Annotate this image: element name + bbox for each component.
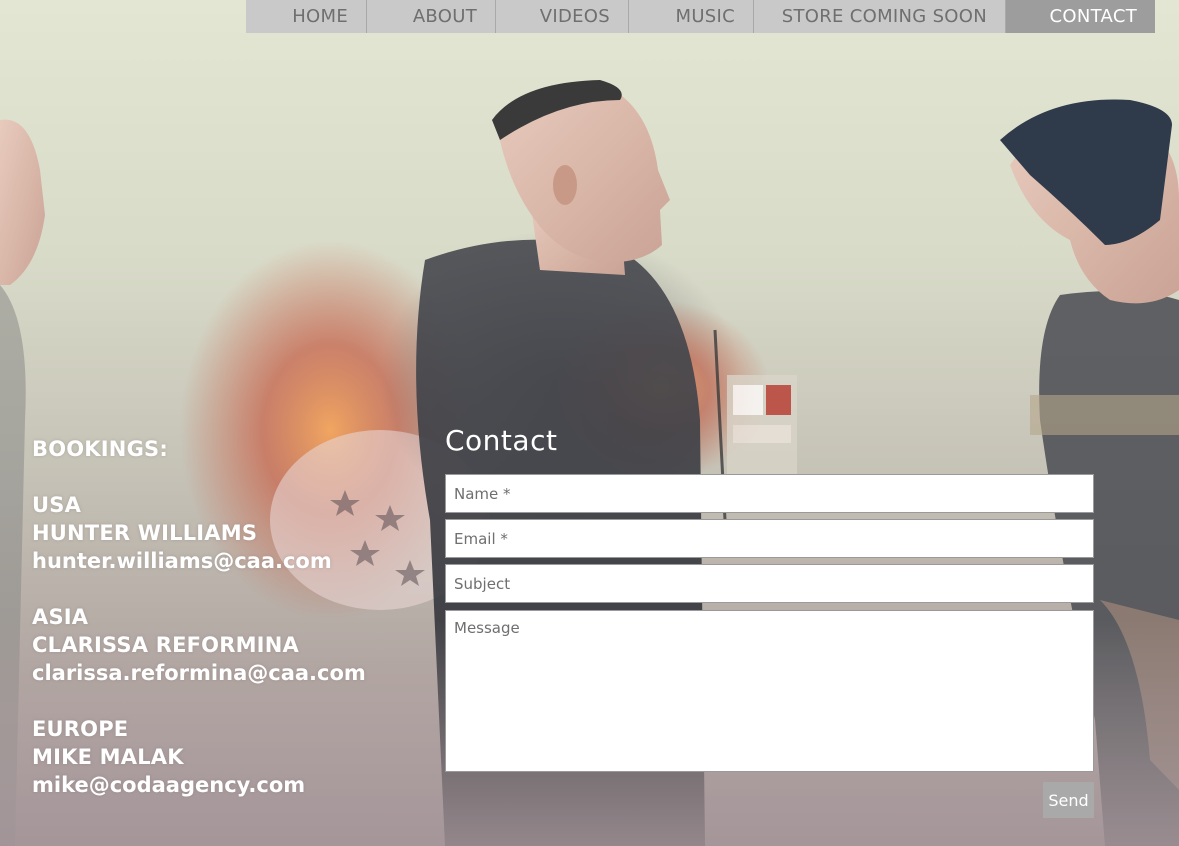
nav-item-store[interactable]: STORE COMING SOON	[754, 0, 1006, 33]
booking-region-usa: USA	[32, 493, 82, 517]
subject-field[interactable]	[445, 564, 1094, 603]
nav-item-contact[interactable]: CONTACT	[1006, 0, 1155, 33]
contact-title: Contact	[445, 424, 558, 457]
nav-item-music[interactable]: MUSIC	[629, 0, 754, 33]
name-field[interactable]	[445, 474, 1094, 513]
message-field[interactable]	[445, 610, 1094, 772]
bookings-section: BOOKINGS: USA HUNTER WILLIAMS hunter.wil…	[32, 435, 366, 799]
booking-agent-europe: MIKE MALAK	[32, 745, 184, 769]
booking-agent-asia: CLARISSA REFORMINA	[32, 633, 299, 657]
booking-agent-usa: HUNTER WILLIAMS	[32, 521, 258, 545]
nav-item-about[interactable]: ABOUT	[367, 0, 496, 33]
nav-item-home[interactable]: HOME	[246, 0, 367, 33]
top-navigation: HOME ABOUT VIDEOS MUSIC STORE COMING SOO…	[246, 0, 1155, 33]
left-figure-face	[0, 119, 45, 285]
nav-item-videos[interactable]: VIDEOS	[496, 0, 629, 33]
booking-email-europe[interactable]: mike@codaagency.com	[32, 771, 366, 799]
bookings-heading: BOOKINGS:	[32, 437, 168, 461]
send-button[interactable]: Send	[1043, 782, 1094, 818]
booking-region-europe: EUROPE	[32, 717, 129, 741]
booking-email-usa[interactable]: hunter.williams@caa.com	[32, 547, 366, 575]
email-field[interactable]	[445, 519, 1094, 558]
booking-email-asia[interactable]: clarissa.reformina@caa.com	[32, 659, 366, 687]
booking-region-asia: ASIA	[32, 605, 89, 629]
